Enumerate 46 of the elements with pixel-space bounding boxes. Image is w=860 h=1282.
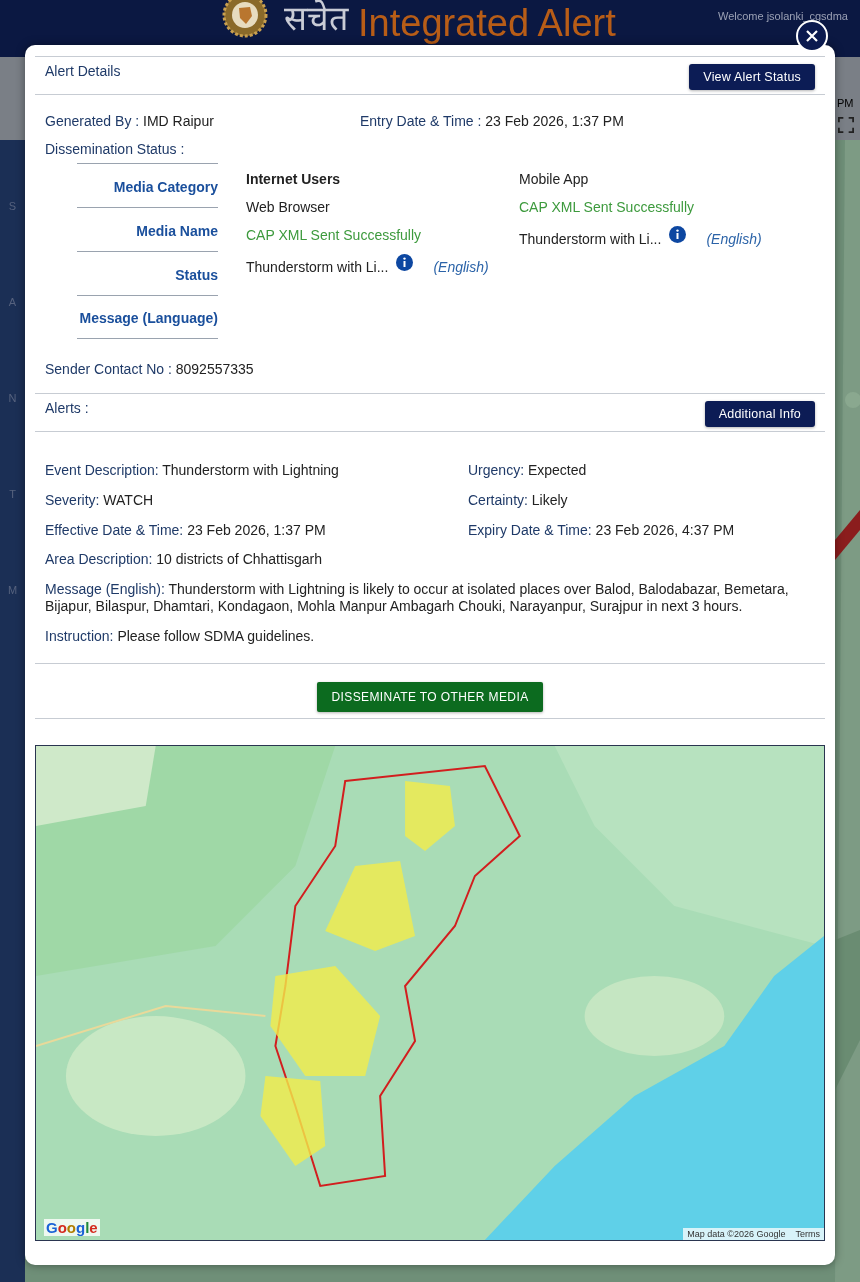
detail-field: Effective Date & Time: 23 Feb 2026, 1:37 PM [45,521,326,538]
detail-field: Urgency: Expected [468,462,587,478]
media-name: Web Browser [246,199,331,215]
sidebar-item[interactable]: T [9,488,16,500]
sidebar-item[interactable]: M [7,584,18,596]
detail-field: Instruction: Please follow SDMA guidelines. [45,627,315,644]
info-field: Generated By : IMD Raipur [45,113,360,129]
status-text: CAP XML Sent Successfully [246,227,423,243]
message-text: Thunderstorm with Li... [519,231,662,247]
detail-field: Expiry Date & Time: 23 Feb 2026, 4:37 PM [468,521,735,538]
media-category: Internet Users [246,171,342,187]
dissemination-label: Dissemination Status : [45,141,185,157]
detail-field: Area Description: 10 districts of Chhattisgarh [45,551,323,568]
emblem-icon [222,0,268,38]
detail-field: Severity: WATCH [45,491,154,508]
info-icon[interactable] [396,253,414,271]
language-text: (English) [706,231,762,247]
section-title: Alerts : [45,400,89,416]
row-label: Message (Language) [77,295,218,339]
close-icon[interactable] [805,29,819,43]
view-status-button[interactable]: View Alert Status [689,64,815,90]
logo-text: सचेत [284,0,348,40]
row-label: Media Name [77,207,218,251]
sidebar-item[interactable]: A [8,296,17,308]
detail-field: Message (English): Thunderstorm with Lightning is likely to occur at isolated places over Balod, Balodabazar, Bemetara, Bijapur, Bilaspur, Dhamtari, Kondagaon, Mohla Manpur Ambagarh Chouki, Narayanpur, Surajpur in next 3 hours. [45,581,789,614]
info-icon[interactable] [669,225,687,243]
message-text: Thunderstorm with Li... [246,259,389,275]
additional-info-button[interactable]: Additional Info [704,401,815,427]
language-text: (English) [433,259,489,275]
map-attribution: Map data ©2026 Google [687,1228,786,1239]
sender-contact: Sender Contact No : 8092557335 [45,361,254,377]
detail-field: Event Description: Thunderstorm with Lightning [45,462,339,478]
app-title: Integrated Alert [358,4,616,42]
detail-field: Certainty: Likely [468,491,568,508]
terms-link[interactable]: Terms [795,1228,820,1239]
disseminate-button[interactable]: DISSEMINATE TO OTHER MEDIA [317,681,543,712]
sidebar-item[interactable]: S [8,200,17,212]
info-field: Entry Date & Time : 23 Feb 2026, 1:37 PM [360,113,624,129]
welcome-text: Welcome jsolanki_cgsdma [717,10,848,22]
section-title: Alert Details [45,63,121,79]
row-label: Media Category [77,163,218,207]
fullscreen-icon[interactable] [838,117,854,133]
status-text: CAP XML Sent Successfully [519,199,696,215]
time-text: PM [837,97,854,109]
media-category: Mobile App [519,171,590,187]
row-label: Status [77,251,218,295]
